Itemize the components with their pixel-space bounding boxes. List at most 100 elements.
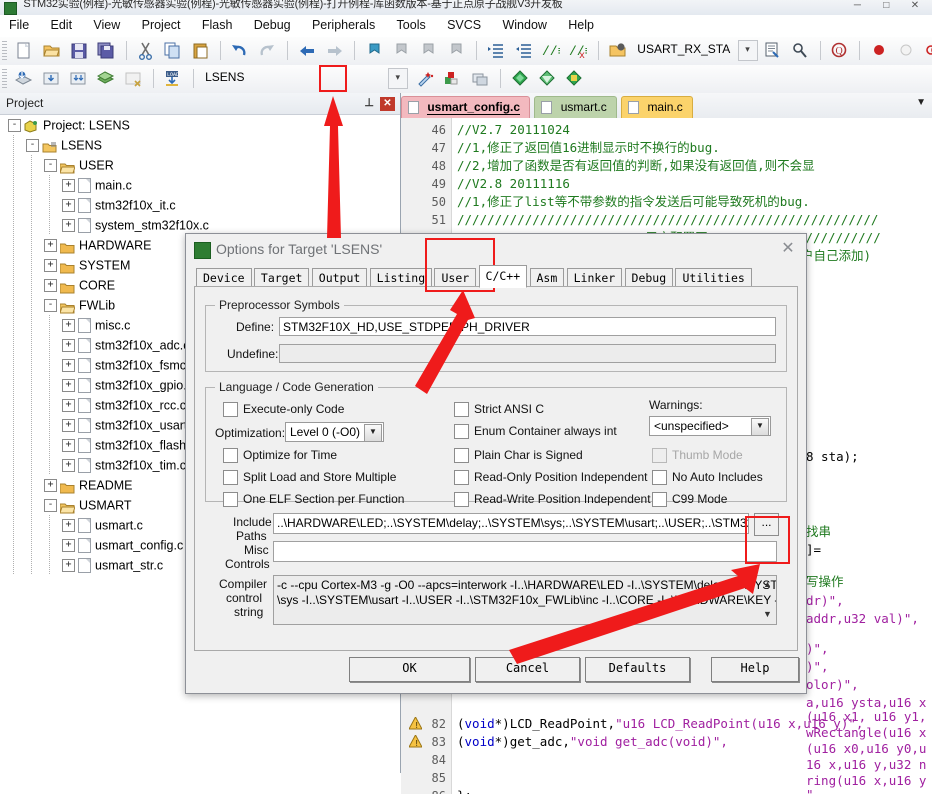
manage-project-items-icon[interactable]	[441, 67, 465, 91]
c99-mode-checkbox[interactable]	[652, 492, 667, 507]
close-icon[interactable]: ✕	[380, 97, 395, 111]
breakpoint-disabled-icon[interactable]	[895, 39, 919, 63]
read-only-position-independent-checkbox[interactable]	[454, 470, 469, 485]
browse-symbol-icon[interactable]: Q	[828, 39, 852, 63]
close-icon[interactable]: ✕	[902, 0, 928, 11]
tab-c-cpp[interactable]: C/C++	[478, 265, 528, 288]
symbol-search-input[interactable]: USART_RX_STA	[633, 40, 734, 59]
tab-device[interactable]: Device	[196, 268, 252, 288]
tree-expander[interactable]: +	[44, 239, 57, 253]
tree-expander[interactable]: +	[62, 539, 75, 553]
undefine-input[interactable]	[279, 344, 776, 363]
save-icon[interactable]	[67, 39, 91, 63]
pin-icon[interactable]: ⊥	[364, 96, 374, 109]
tree-expander[interactable]: +	[62, 179, 75, 193]
chevron-down-icon[interactable]: ▼	[751, 418, 769, 436]
tree-expander[interactable]: -	[26, 139, 39, 153]
options-for-target-icon[interactable]	[414, 67, 438, 91]
include-paths-input[interactable]: ..\HARDWARE\LED;..\SYSTEM\delay;..\SYSTE…	[273, 513, 749, 534]
navigate-back-icon[interactable]	[295, 39, 319, 63]
tree-expander[interactable]: +	[44, 259, 57, 273]
tree-expander[interactable]: -	[44, 499, 57, 513]
menu-item-window[interactable]: Window	[493, 15, 555, 35]
menu-item-help[interactable]: Help	[559, 15, 603, 35]
tab-target[interactable]: Target	[253, 268, 310, 288]
cut-icon[interactable]	[134, 39, 158, 63]
bookmark-next-icon[interactable]	[417, 39, 441, 63]
toolbar-grip[interactable]	[2, 41, 7, 61]
window-controls[interactable]: ─ □ ✕	[844, 0, 928, 11]
tree-expander[interactable]: +	[62, 519, 75, 533]
bookmark-toggle-icon[interactable]	[363, 39, 387, 63]
menu-item-debug[interactable]: Debug	[245, 15, 300, 35]
bookmark-clear-icon[interactable]	[445, 39, 469, 63]
optimize-for-time-checkbox[interactable]	[223, 448, 238, 463]
tab-debug[interactable]: Debug	[624, 268, 674, 288]
breakpoint-icon[interactable]	[868, 39, 892, 63]
editor-tab-usmart-config-c[interactable]: usmart_config.c	[401, 96, 531, 118]
tab-utilities[interactable]: Utilities	[675, 268, 752, 288]
copy-icon[interactable]	[161, 39, 185, 63]
find-in-files-icon[interactable]	[761, 39, 785, 63]
pack-installer-icon[interactable]	[563, 67, 587, 91]
maximize-icon[interactable]: □	[873, 0, 899, 11]
kill-all-breakpoints-icon[interactable]	[922, 39, 932, 63]
strict-ansi-c-checkbox[interactable]	[454, 402, 469, 417]
read-write-position-independent-checkbox[interactable]	[454, 492, 469, 507]
open-target-options-icon[interactable]	[606, 39, 630, 63]
uncomment-icon[interactable]: //≡ x	[566, 39, 590, 63]
execute-only-code-checkbox[interactable]	[223, 402, 238, 417]
minimize-icon[interactable]: ─	[844, 0, 870, 11]
target-selector-value[interactable]: LSENS	[201, 68, 248, 87]
tree-expander[interactable]: +	[62, 379, 75, 393]
comment-icon[interactable]: //≡	[539, 39, 563, 63]
tab-output[interactable]: Output	[311, 268, 368, 288]
menu-item-file[interactable]: File	[0, 15, 38, 35]
tree-expander[interactable]: +	[62, 399, 75, 413]
tree-expander[interactable]: +	[62, 319, 75, 333]
symbol-search-dropdown[interactable]: ▾	[737, 40, 758, 61]
tree-expander[interactable]: +	[62, 439, 75, 453]
editor-tab-usmart-c[interactable]: usmart.c	[534, 96, 617, 118]
split-load-store-checkbox[interactable]	[223, 470, 238, 485]
warning-icon[interactable]: !	[408, 715, 423, 731]
chevron-down-icon[interactable]: ▼	[364, 424, 382, 442]
tree-expander[interactable]: -	[44, 299, 57, 313]
tree-expander[interactable]: +	[44, 479, 57, 493]
batch-build-icon[interactable]	[94, 67, 118, 91]
target-selector-dropdown[interactable]: ▾	[387, 68, 408, 89]
editor-tab-main-c[interactable]: main.c	[621, 96, 693, 118]
tree-expander[interactable]: +	[44, 279, 57, 293]
editor-tab-overflow-icon[interactable]: ▼	[916, 97, 926, 108]
warning-icon[interactable]: !	[408, 733, 423, 749]
one-elf-section-checkbox[interactable]	[223, 492, 238, 507]
undo-icon[interactable]	[228, 39, 252, 63]
tree-expander[interactable]: -	[44, 159, 57, 173]
tab-linker[interactable]: Linker	[566, 268, 623, 288]
optimization-select[interactable]: Level 0 (-O0) ▼	[285, 422, 384, 442]
tab-asm[interactable]: Asm	[529, 268, 565, 288]
misc-controls-input[interactable]	[273, 541, 777, 562]
rebuild-icon[interactable]	[67, 67, 91, 91]
tree-expander[interactable]: +	[62, 219, 75, 233]
new-file-icon[interactable]	[12, 39, 36, 63]
configure-flash-icon[interactable]	[509, 67, 533, 91]
download-icon[interactable]: LOAD	[161, 67, 185, 91]
menu-item-flash[interactable]: Flash	[193, 15, 242, 35]
no-auto-includes-checkbox[interactable]	[652, 470, 667, 485]
tab-listing[interactable]: Listing	[369, 268, 433, 288]
bookmark-prev-icon[interactable]	[390, 39, 414, 63]
menu-item-tools[interactable]: Tools	[388, 15, 435, 35]
tree-expander[interactable]: +	[62, 339, 75, 353]
configure-flash-tools-icon[interactable]	[536, 67, 560, 91]
toolbar-grip[interactable]	[2, 69, 7, 89]
tree-expander[interactable]: +	[62, 459, 75, 473]
menu-item-project[interactable]: Project	[133, 15, 190, 35]
outdent-icon[interactable]	[512, 39, 536, 63]
ok-button[interactable]: OK	[349, 657, 470, 682]
translate-icon[interactable]	[12, 67, 36, 91]
close-icon[interactable]: ✕	[778, 239, 798, 259]
plain-char-signed-checkbox[interactable]	[454, 448, 469, 463]
menu-item-edit[interactable]: Edit	[42, 15, 82, 35]
menu-item-peripherals[interactable]: Peripherals	[303, 15, 384, 35]
